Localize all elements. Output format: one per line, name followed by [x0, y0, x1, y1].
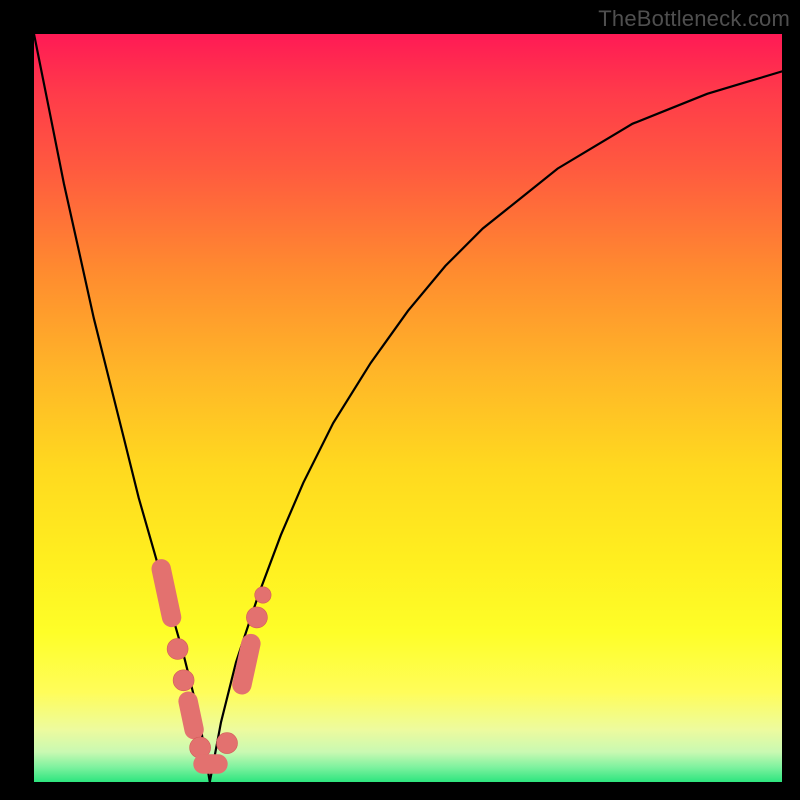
- marker-capsule-0: [161, 569, 171, 618]
- marker-capsule-7: [242, 644, 251, 685]
- marker-group: [161, 569, 271, 764]
- bottleneck-curve: [34, 34, 782, 782]
- marker-dot-1: [167, 638, 188, 659]
- watermark-text: TheBottleneck.com: [598, 6, 790, 32]
- plot-area: [34, 34, 782, 782]
- marker-dot-6: [217, 733, 238, 754]
- marker-dot-2: [173, 670, 194, 691]
- curve-layer: [34, 34, 782, 782]
- chart-frame: TheBottleneck.com: [0, 0, 800, 800]
- marker-capsule-3: [188, 701, 194, 729]
- marker-dot-8: [246, 607, 267, 628]
- marker-dot-9: [255, 587, 271, 603]
